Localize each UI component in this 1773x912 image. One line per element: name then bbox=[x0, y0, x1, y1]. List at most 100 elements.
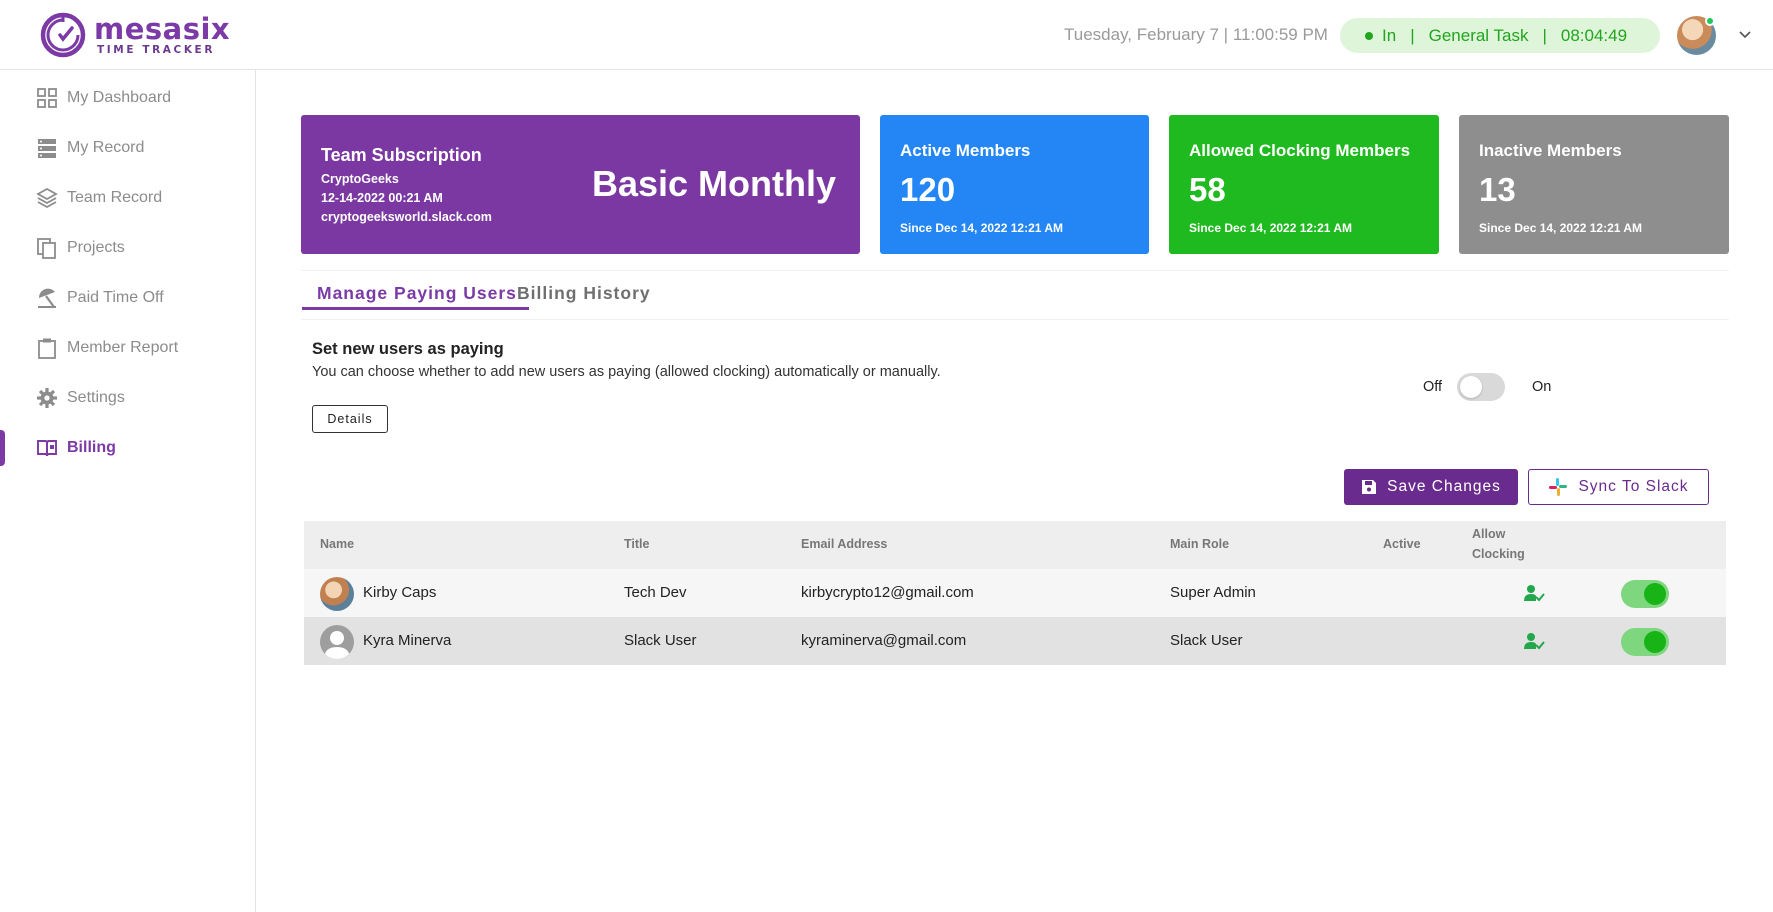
status-dot-icon bbox=[1365, 31, 1373, 40]
active-tab-underline bbox=[302, 307, 529, 310]
clock-status: In bbox=[1382, 25, 1397, 45]
allow-clocking-toggle[interactable] bbox=[1621, 628, 1669, 656]
toggle-knob bbox=[1644, 583, 1666, 605]
sidebar-item-billing[interactable]: Billing bbox=[0, 426, 255, 470]
column-header-title[interactable]: Title bbox=[624, 537, 649, 551]
member-title: Slack User bbox=[624, 632, 697, 649]
column-header-active[interactable]: Active bbox=[1383, 537, 1421, 551]
sidebar: My Dashboard My Record Team Record Proje… bbox=[0, 70, 256, 912]
user-check-icon bbox=[1524, 633, 1545, 650]
sidebar-item-my-dashboard[interactable]: My Dashboard bbox=[0, 76, 255, 120]
subscription-date: 12-14-2022 00:21 AM bbox=[321, 191, 443, 205]
sidebar-item-label: My Record bbox=[67, 139, 145, 156]
sidebar-item-team-record[interactable]: Team Record bbox=[0, 176, 255, 220]
member-name: Kyra Minerva bbox=[363, 632, 452, 649]
card-since: Since Dec 14, 2022 12:21 AM bbox=[1479, 221, 1642, 235]
table-header: Name Title Email Address Main Role Activ… bbox=[304, 521, 1726, 569]
sync-to-slack-label: Sync To Slack bbox=[1578, 478, 1689, 495]
allowed-clocking-count: 58 bbox=[1189, 171, 1226, 208]
column-header-name[interactable]: Name bbox=[320, 537, 354, 551]
column-header-clocking[interactable]: Clocking bbox=[1472, 547, 1525, 561]
details-button[interactable]: Details bbox=[312, 405, 388, 433]
billing-tabs: Manage Paying Users Billing History bbox=[301, 270, 1729, 320]
team-name: CryptoGeeks bbox=[321, 172, 399, 186]
table-row[interactable]: Kyra Minerva Slack User kyraminerva@gmai… bbox=[304, 617, 1726, 665]
current-task: General Task bbox=[1428, 25, 1529, 45]
pill-separator: | bbox=[1410, 25, 1415, 45]
sidebar-item-paid-time-off[interactable]: Paid Time Off bbox=[0, 276, 255, 320]
inactive-members-count: 13 bbox=[1479, 171, 1516, 208]
save-changes-button[interactable]: Save Changes bbox=[1344, 469, 1518, 505]
card-title: Inactive Members bbox=[1479, 141, 1622, 160]
sidebar-item-projects[interactable]: Projects bbox=[0, 226, 255, 270]
card-since: Since Dec 14, 2022 12:21 AM bbox=[900, 221, 1063, 235]
layers-icon bbox=[36, 187, 58, 209]
allow-clocking-toggle[interactable] bbox=[1621, 580, 1669, 608]
sidebar-item-label: Projects bbox=[67, 239, 125, 256]
umbrella-icon bbox=[38, 288, 56, 308]
column-header-main-role[interactable]: Main Role bbox=[1170, 537, 1229, 551]
card-title: Active Members bbox=[900, 141, 1031, 160]
default-user-icon bbox=[324, 631, 350, 659]
member-email: kyraminerva@gmail.com bbox=[801, 632, 967, 649]
member-name: Kirby Caps bbox=[363, 584, 437, 601]
sidebar-item-label: Member Report bbox=[67, 339, 179, 356]
column-header-allow[interactable]: Allow bbox=[1472, 527, 1505, 541]
avatar bbox=[320, 577, 354, 611]
online-indicator-icon bbox=[1705, 16, 1715, 26]
dashboard-icon bbox=[37, 88, 57, 108]
gear-icon bbox=[37, 388, 57, 408]
save-icon bbox=[1362, 480, 1377, 494]
sidebar-item-label: Settings bbox=[67, 389, 125, 406]
copy-icon bbox=[37, 238, 56, 259]
record-icon bbox=[38, 139, 56, 158]
sidebar-item-my-record[interactable]: My Record bbox=[0, 126, 255, 170]
allowed-clocking-card: Allowed Clocking Members 58 Since Dec 14… bbox=[1169, 115, 1439, 254]
member-role: Slack User bbox=[1170, 632, 1243, 649]
logo-icon bbox=[40, 12, 86, 58]
top-header: mesasix TIME TRACKER Tuesday, February 7… bbox=[0, 0, 1773, 70]
setting-title: Set new users as paying bbox=[312, 340, 504, 358]
toggle-on-label: On bbox=[1532, 379, 1552, 395]
paying-users-table: Name Title Email Address Main Role Activ… bbox=[304, 521, 1726, 665]
tab-billing-history[interactable]: Billing History bbox=[517, 283, 651, 304]
billing-icon bbox=[37, 440, 57, 457]
clipboard-icon bbox=[38, 338, 56, 359]
main-content: Team Subscription CryptoGeeks 12-14-2022… bbox=[257, 70, 1773, 912]
user-check-icon bbox=[1524, 585, 1545, 602]
save-changes-label: Save Changes bbox=[1387, 478, 1501, 495]
toggle-knob bbox=[1644, 631, 1666, 653]
app-logo[interactable]: mesasix TIME TRACKER bbox=[38, 10, 230, 60]
pill-separator: | bbox=[1542, 25, 1547, 45]
toggle-knob bbox=[1460, 376, 1482, 398]
sync-to-slack-button[interactable]: Sync To Slack bbox=[1528, 469, 1709, 505]
setting-description: You can choose whether to add new users … bbox=[312, 364, 941, 380]
table-row[interactable]: Kirby Caps Tech Dev kirbycrypto12@gmail.… bbox=[304, 569, 1726, 617]
logo-subtitle: TIME TRACKER bbox=[97, 44, 216, 56]
sidebar-item-label: Billing bbox=[67, 439, 116, 456]
sidebar-item-member-report[interactable]: Member Report bbox=[0, 326, 255, 370]
sidebar-item-label: Team Record bbox=[67, 189, 163, 206]
member-email: kirbycrypto12@gmail.com bbox=[801, 584, 974, 601]
plan-name: Basic Monthly bbox=[591, 163, 836, 204]
active-members-card: Active Members 120 Since Dec 14, 2022 12… bbox=[880, 115, 1149, 254]
toggle-off-label: Off bbox=[1423, 379, 1443, 395]
slack-icon bbox=[1549, 478, 1568, 496]
logo-name: mesasix bbox=[94, 12, 231, 46]
sidebar-item-label: Paid Time Off bbox=[67, 289, 164, 306]
subscription-card: Team Subscription CryptoGeeks 12-14-2022… bbox=[301, 115, 860, 254]
column-header-email[interactable]: Email Address bbox=[801, 537, 887, 551]
tab-manage-paying-users[interactable]: Manage Paying Users bbox=[317, 283, 517, 304]
task-timer: 08:04:49 bbox=[1560, 25, 1628, 45]
chevron-down-icon[interactable] bbox=[1737, 26, 1753, 42]
clock-status-pill[interactable]: In | General Task | 08:04:49 bbox=[1340, 18, 1660, 53]
paying-users-toggle[interactable] bbox=[1457, 373, 1505, 401]
member-role: Super Admin bbox=[1170, 584, 1256, 601]
sidebar-item-settings[interactable]: Settings bbox=[0, 376, 255, 420]
member-title: Tech Dev bbox=[624, 584, 687, 601]
active-nav-indicator bbox=[0, 430, 5, 466]
card-title: Allowed Clocking Members bbox=[1189, 141, 1411, 160]
sidebar-item-label: My Dashboard bbox=[67, 89, 172, 106]
inactive-members-card: Inactive Members 13 Since Dec 14, 2022 1… bbox=[1459, 115, 1729, 254]
card-since: Since Dec 14, 2022 12:21 AM bbox=[1189, 221, 1352, 235]
